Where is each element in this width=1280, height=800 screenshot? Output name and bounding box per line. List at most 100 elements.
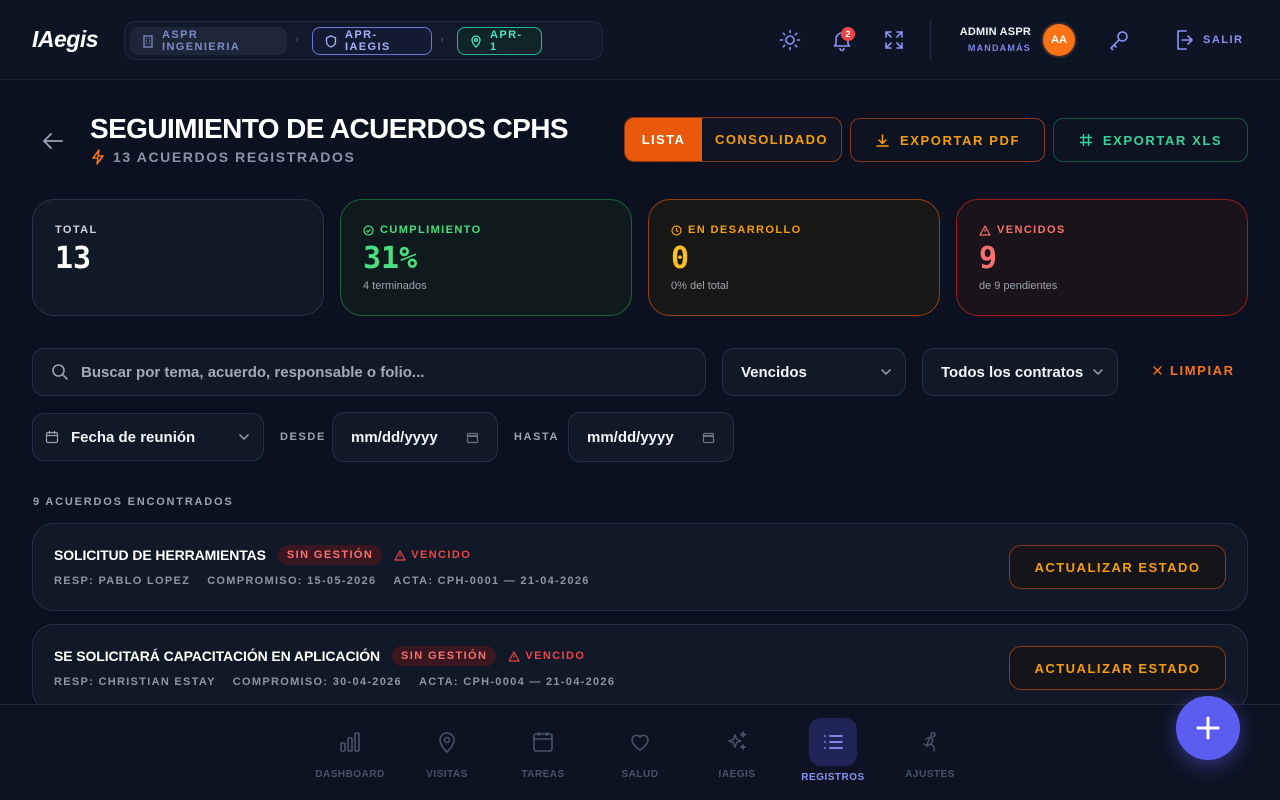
record-title: SE SOLICITARÁ CAPACITACIÓN EN APLICACIÓN: [54, 648, 381, 664]
plus-icon: [1195, 715, 1221, 741]
nav-ajustes[interactable]: AJUSTES: [890, 725, 970, 780]
status-filter-value: Vencidos: [741, 363, 807, 381]
date-from-input[interactable]: mm/dd/yyyy: [332, 412, 498, 462]
export-pdf-label: EXPORTAR PDF: [899, 132, 1021, 148]
stat-card-compliance: CUMPLIMIENTO 31% 4 terminados: [340, 199, 632, 316]
building-icon: [142, 34, 154, 48]
calendar-icon: [519, 718, 567, 766]
view-toggle: LISTA CONSOLIDADO: [624, 117, 842, 162]
search-icon: [51, 363, 69, 381]
contract-filter-select[interactable]: Todos los contratos: [922, 348, 1118, 396]
nav-label: AJUSTES: [905, 769, 955, 780]
warning-triangle-icon: [394, 549, 406, 561]
contract-filter-value: Todos los contratos: [941, 363, 1084, 381]
check-circle-icon: [363, 224, 374, 236]
nav-visitas[interactable]: VISITAS: [407, 725, 487, 780]
nav-registros[interactable]: REGISTROS: [793, 718, 873, 783]
update-status-button[interactable]: ACTUALIZAR ESTADO: [1009, 646, 1226, 690]
chevron-down-icon: [1091, 365, 1105, 379]
page-title: SEGUIMIENTO DE ACUERDOS CPHS: [90, 113, 569, 144]
clear-filters-label: LIMPIAR: [1170, 363, 1235, 378]
status-badge: SIN GESTIÓN: [277, 545, 383, 565]
stat-value: 0: [671, 241, 690, 276]
fullscreen-expand-icon[interactable]: [882, 28, 906, 52]
record-acta: ACTA: CPH-0001 — 21-04-2026: [393, 575, 590, 587]
logout-button[interactable]: SALIR: [1203, 34, 1244, 46]
chevron-right-icon: ›: [295, 34, 299, 46]
theme-toggle-sun-icon[interactable]: [778, 28, 802, 52]
nav-dashboard[interactable]: DASHBOARD: [310, 725, 390, 780]
record-commitment-date: COMPROMISO: 30-04-2026: [232, 676, 402, 688]
nav-label: IAEGIS: [718, 769, 756, 780]
sparkles-icon: [713, 718, 761, 766]
search-box: [32, 348, 706, 396]
warning-triangle-icon: [979, 224, 991, 236]
bottom-navigation: DASHBOARD VISITAS TAREAS SALUD IAEGIS RE…: [0, 704, 1280, 800]
shield-icon: [325, 34, 337, 48]
clear-filters-button[interactable]: LIMPIAR: [1152, 363, 1235, 378]
breadcrumb-company[interactable]: ASPR INGENIERIA: [130, 27, 287, 55]
search-input[interactable]: [81, 349, 705, 395]
user-name: ADMIN ASPR: [959, 26, 1031, 38]
date-type-select[interactable]: Fecha de reunión: [32, 413, 264, 461]
overdue-label: VENCIDO: [411, 549, 472, 561]
calendar-icon[interactable]: [702, 431, 715, 444]
key-icon[interactable]: [1107, 28, 1131, 52]
record-responsible: RESP: CHRISTIAN ESTAY: [54, 676, 216, 688]
location-pin-icon: [423, 718, 471, 766]
settings-figure-icon: [906, 718, 954, 766]
stat-subtext: de 9 pendientes: [979, 280, 1058, 292]
add-record-fab-button[interactable]: [1176, 696, 1240, 760]
stat-value: 13: [55, 241, 92, 276]
date-from-label: DESDE: [280, 431, 326, 443]
status-filter-select[interactable]: Vencidos: [722, 348, 906, 396]
app-logo[interactable]: IAegis: [32, 26, 99, 53]
export-xls-button[interactable]: EXPORTAR XLS: [1053, 118, 1248, 162]
stat-label: TOTAL: [55, 224, 98, 236]
list-item: SE SOLICITARÁ CAPACITACIÓN EN APLICACIÓN…: [32, 624, 1248, 712]
view-consolidated-button[interactable]: CONSOLIDADO: [702, 118, 841, 161]
nav-label: DASHBOARD: [315, 769, 385, 780]
nav-tareas[interactable]: TAREAS: [503, 725, 583, 780]
page-subtitle: 13 ACUERDOS REGISTRADOS: [91, 149, 355, 165]
date-to-input[interactable]: mm/dd/yyyy: [568, 412, 734, 462]
list-icon: [809, 718, 857, 766]
stat-card-overdue: VENCIDOS 9 de 9 pendientes: [956, 199, 1248, 316]
results-count: 9 ACUERDOS ENCONTRADOS: [33, 496, 234, 508]
chevron-down-icon: [237, 430, 251, 444]
location-pin-icon: [470, 34, 482, 48]
view-list-button[interactable]: LISTA: [625, 118, 702, 161]
user-role: MANDAMÁS: [967, 43, 1031, 53]
user-avatar[interactable]: AA: [1043, 24, 1075, 56]
clock-icon: [671, 224, 682, 236]
breadcrumb-project-label: APR-IAEGIS: [345, 29, 391, 53]
breadcrumb-site[interactable]: APR-1: [457, 27, 542, 55]
nav-salud[interactable]: SALUD: [600, 725, 680, 780]
nav-label: SALUD: [621, 769, 659, 780]
top-bar: IAegis ASPR INGENIERIA › APR-IAEGIS › AP…: [0, 0, 1280, 80]
calendar-icon[interactable]: [466, 431, 479, 444]
stat-label: EN DESARROLLO: [688, 224, 802, 236]
download-icon: [875, 133, 890, 148]
breadcrumb-project[interactable]: APR-IAEGIS: [312, 27, 432, 55]
record-acta: ACTA: CPH-0004 — 21-04-2026: [418, 676, 616, 688]
breadcrumb: ASPR INGENIERIA › APR-IAEGIS › APR-1: [124, 21, 603, 60]
header-divider: [930, 20, 931, 60]
stat-card-total: TOTAL 13: [32, 199, 324, 316]
back-arrow-icon[interactable]: [40, 128, 66, 154]
nav-label: REGISTROS: [801, 772, 865, 783]
logout-icon[interactable]: [1172, 28, 1196, 52]
update-status-button[interactable]: ACTUALIZAR ESTADO: [1009, 545, 1226, 589]
export-pdf-button[interactable]: EXPORTAR PDF: [850, 118, 1045, 162]
overdue-label: VENCIDO: [525, 650, 586, 662]
export-xls-label: EXPORTAR XLS: [1102, 132, 1223, 148]
notification-count-badge: 2: [841, 27, 855, 41]
nav-label: TAREAS: [521, 769, 565, 780]
nav-iaegis[interactable]: IAEGIS: [697, 725, 777, 780]
records-count: 13 ACUERDOS REGISTRADOS: [113, 149, 356, 165]
date-to-label: HASTA: [514, 431, 560, 443]
breadcrumb-site-label: APR-1: [490, 29, 523, 53]
stat-label: VENCIDOS: [997, 224, 1066, 236]
bar-chart-icon: [326, 718, 374, 766]
list-item: SOLICITUD DE HERRAMIENTAS SIN GESTIÓN VE…: [32, 523, 1248, 611]
